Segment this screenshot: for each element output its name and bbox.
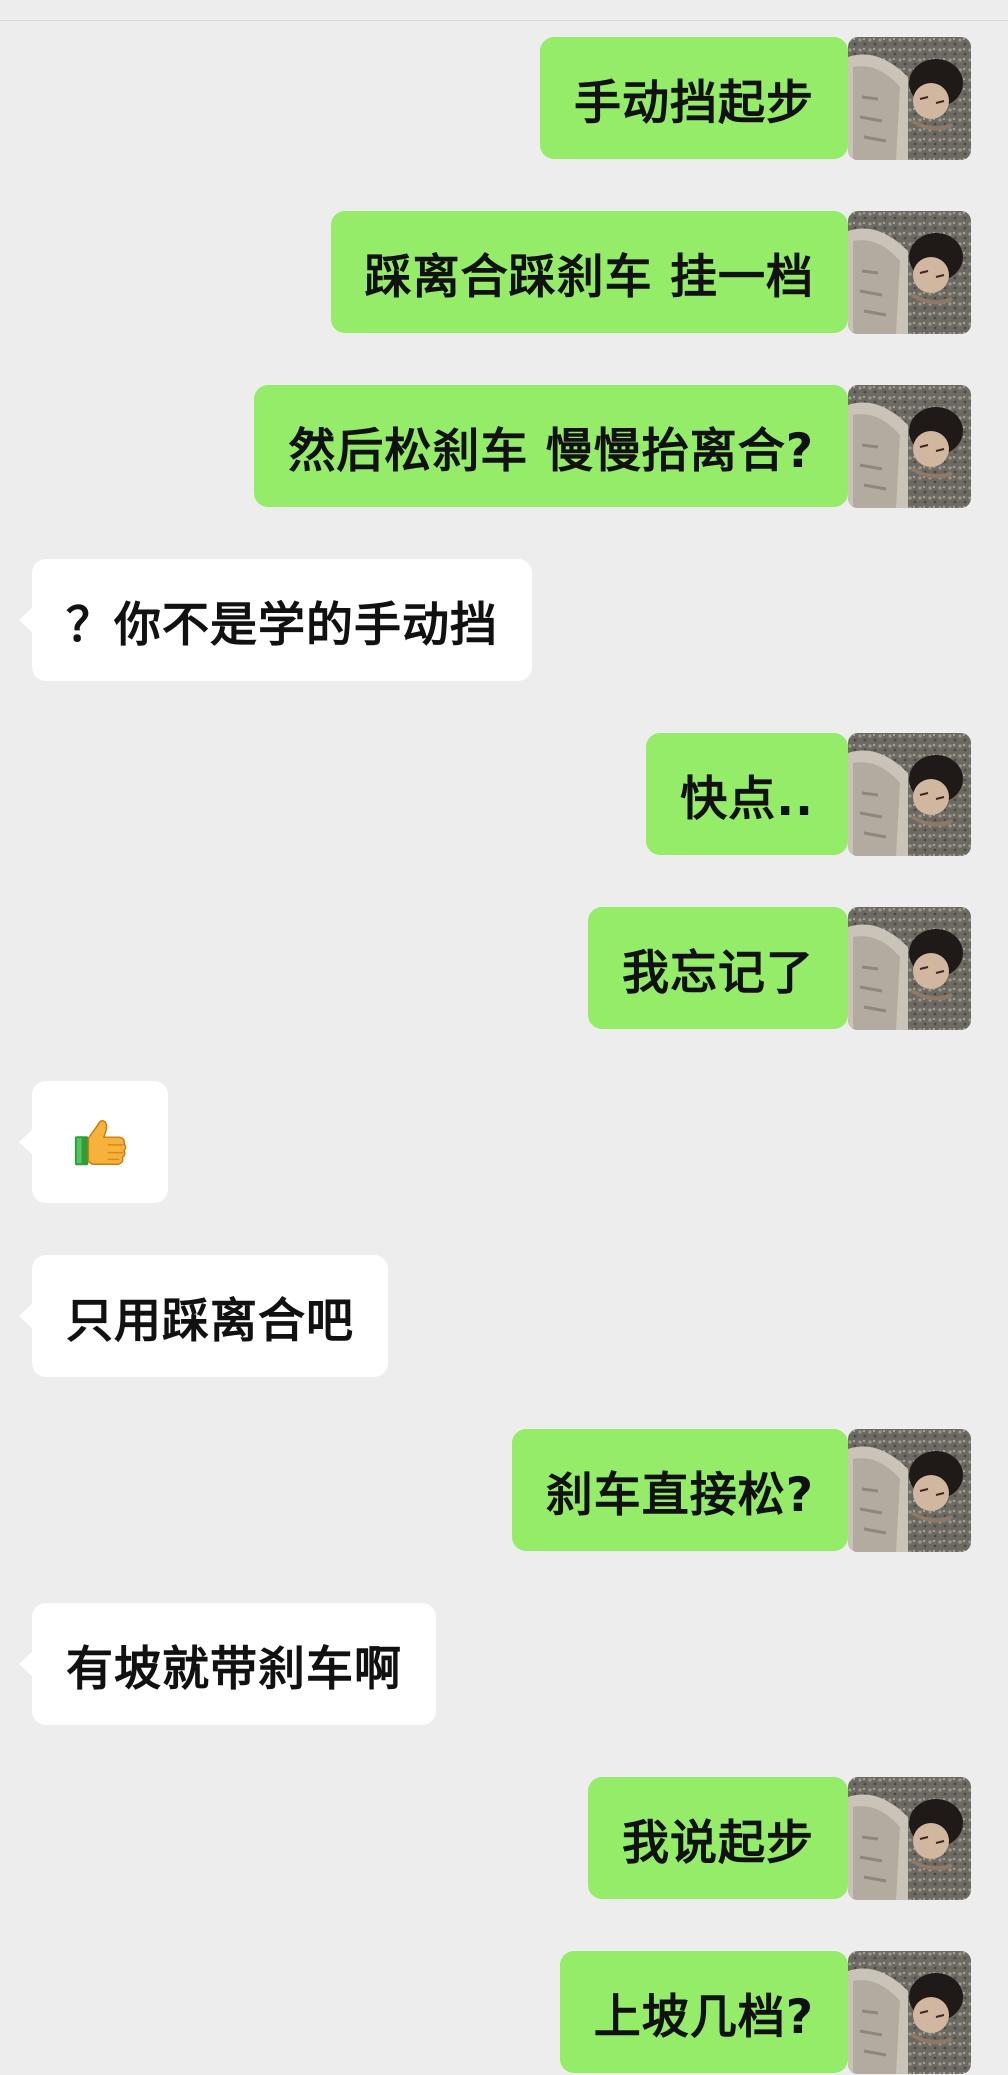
message-row-outgoing: 刹车直接松?: [0, 1429, 1008, 1553]
outgoing-message-bubble[interactable]: 然后松刹车 慢慢抬离合?: [254, 385, 861, 507]
avatar-photo: [848, 907, 971, 1030]
message-row-outgoing: 我忘记了: [0, 907, 1008, 1031]
message-row-incoming: [0, 1081, 1008, 1205]
message-row-outgoing: 手动挡起步: [0, 37, 1008, 161]
avatar[interactable]: [848, 211, 971, 334]
avatar-photo: [848, 211, 971, 334]
avatar[interactable]: [848, 385, 971, 508]
outgoing-message-bubble[interactable]: 我说起步: [588, 1777, 861, 1899]
message-text: 上坡几档?: [593, 1989, 814, 2045]
thumbs-up-icon: [71, 1113, 129, 1171]
outgoing-message-bubble[interactable]: 刹车直接松?: [511, 1429, 862, 1551]
incoming-message-bubble[interactable]: 有坡就带刹车啊: [19, 1603, 436, 1725]
avatar-photo: [848, 385, 971, 508]
message-row-incoming: ？你不是学的手动挡: [0, 559, 1008, 683]
avatar-photo: [848, 733, 971, 856]
message-text: 我忘记了: [622, 945, 814, 1001]
message-row-incoming: 只用踩离合吧: [0, 1255, 1008, 1379]
message-text: 只用踩离合吧: [66, 1293, 354, 1349]
incoming-message-bubble[interactable]: [19, 1081, 168, 1203]
outgoing-message-bubble[interactable]: 手动挡起步: [540, 37, 861, 159]
incoming-message-bubble[interactable]: 只用踩离合吧: [19, 1255, 388, 1377]
message-text: 快点..: [680, 771, 814, 827]
message-row-outgoing: 我说起步: [0, 1777, 1008, 1901]
outgoing-message-bubble[interactable]: 踩离合踩刹车 挂一档: [330, 211, 862, 333]
message-text: 手动挡起步: [574, 75, 814, 131]
avatar[interactable]: [848, 1429, 971, 1552]
outgoing-message-bubble[interactable]: 我忘记了: [588, 907, 861, 1029]
message-row-incoming: 有坡就带刹车啊: [0, 1603, 1008, 1727]
message-text: 然后松刹车 慢慢抬离合?: [288, 423, 814, 479]
message-text: 踩离合踩刹车 挂一档: [364, 249, 814, 305]
top-divider: [0, 20, 1008, 21]
avatar[interactable]: [848, 733, 971, 856]
avatar-photo: [848, 1429, 971, 1552]
avatar[interactable]: [848, 1777, 971, 1900]
message-text: ？你不是学的手动挡: [66, 597, 498, 653]
avatar[interactable]: [848, 37, 971, 160]
message-text: 刹车直接松?: [545, 1467, 814, 1523]
message-text: 我说起步: [622, 1815, 814, 1871]
incoming-message-bubble[interactable]: ？你不是学的手动挡: [19, 559, 532, 681]
avatar-photo: [848, 37, 971, 160]
avatar-photo: [848, 1777, 971, 1900]
avatar[interactable]: [848, 1951, 971, 2074]
message-row-outgoing: 然后松刹车 慢慢抬离合?: [0, 385, 1008, 509]
message-row-outgoing: 上坡几档?: [0, 1951, 1008, 2075]
outgoing-message-bubble[interactable]: 上坡几档?: [559, 1951, 862, 2073]
outgoing-message-bubble[interactable]: 快点..: [646, 733, 861, 855]
message-text: 有坡就带刹车啊: [66, 1641, 402, 1697]
avatar-photo: [848, 1951, 971, 2074]
avatar[interactable]: [848, 907, 971, 1030]
message-row-outgoing: 踩离合踩刹车 挂一档: [0, 211, 1008, 335]
message-row-outgoing: 快点..: [0, 733, 1008, 857]
